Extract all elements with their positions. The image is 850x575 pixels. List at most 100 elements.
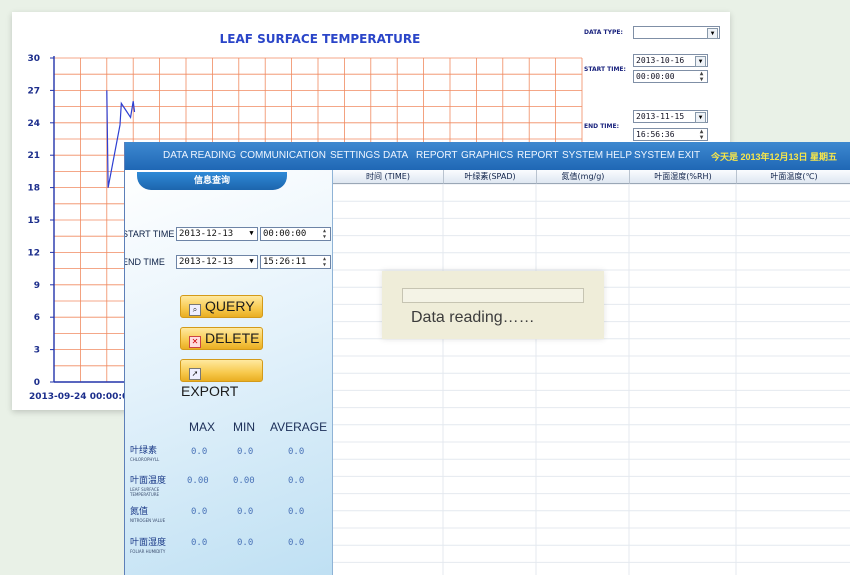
stat-name-leaf-temperature: 叶面温度 LEAF SURFACE TEMPERATURE: [130, 476, 182, 497]
spinner-icon[interactable]: ▲ ▼: [320, 228, 329, 240]
start-time-label: START TIME:: [584, 66, 626, 73]
menu-report-2[interactable]: REPORT: [517, 150, 559, 161]
stat-name-foliar-humidity: 叶面湿度 FOLIAR HUMIDITY: [130, 538, 166, 554]
chevron-down-icon[interactable]: ▼: [707, 28, 718, 39]
stat-min: 0.0: [237, 447, 254, 457]
y-tick-label: 6: [34, 313, 40, 323]
end-time-value: 15:26:11: [263, 257, 307, 267]
magnifier-icon: ⌕: [189, 304, 201, 316]
stat-max: 0.00: [187, 476, 209, 486]
chevron-down-icon[interactable]: ▼: [695, 56, 706, 67]
menu-graphics[interactable]: GRAPHICS: [461, 150, 513, 161]
y-tick-label: 12: [27, 248, 40, 258]
delete-icon: ✕: [189, 336, 201, 348]
query-label: QUERY: [205, 298, 255, 314]
table-gridlines: [333, 184, 850, 575]
end-date-picker[interactable]: 2013-11-15 ▼: [633, 110, 708, 123]
menu-system-exit[interactable]: SYSTEM EXIT: [634, 150, 700, 161]
column-header-temperature[interactable]: 叶面温度(℃): [737, 170, 850, 184]
column-header-nitrogen[interactable]: 氮值(mg/g): [537, 170, 630, 184]
menu-bar: DATA READING COMMUNICATION SETTINGS DATA…: [125, 142, 850, 170]
x-start-label: 2013-09-24 00:00:00: [29, 392, 134, 402]
chevron-down-icon[interactable]: ▼: [695, 112, 706, 123]
spinner-icon[interactable]: ▲ ▼: [697, 129, 706, 141]
y-tick-label: 0: [34, 378, 40, 388]
data-type-select[interactable]: ▼: [633, 26, 720, 39]
delete-label: DELETE: [205, 330, 260, 346]
stat-max: 0.0: [191, 538, 208, 548]
end-date-value: 2013-11-15: [636, 112, 685, 121]
min-header: MIN: [233, 420, 255, 434]
start-time-field[interactable]: 00:00:00 ▲ ▼: [260, 227, 331, 241]
delete-button[interactable]: ✕ DELETE: [180, 327, 263, 350]
data-type-label: DATA TYPE:: [584, 29, 623, 36]
query-button[interactable]: ⌕ QUERY: [180, 295, 263, 318]
stat-name-sub: LEAF SURFACE TEMPERATURE: [130, 487, 160, 497]
start-time-label: START TIME: [125, 229, 175, 239]
y-tick-label: 24: [27, 119, 40, 129]
stat-name-sub: FOLIAR HUMIDITY: [130, 549, 166, 554]
start-date-picker[interactable]: 2013-12-13 ▼: [176, 227, 258, 241]
start-time-value: 00:00:00: [263, 229, 307, 239]
start-date-value: 2013-12-13: [179, 229, 234, 239]
info-query-tab[interactable]: 信息查询: [137, 172, 287, 190]
y-tick-label: 9: [34, 281, 40, 291]
spinner-icon[interactable]: ▲ ▼: [320, 256, 329, 268]
column-header-time[interactable]: 时间 (TIME): [333, 170, 444, 184]
chart-title: LEAF SURFACE TEMPERATURE: [220, 32, 421, 46]
menu-data[interactable]: DATA: [383, 150, 408, 161]
start-date-value: 2013-10-16: [636, 56, 685, 65]
stat-name-text: 氮值: [130, 507, 149, 517]
end-time-label: END TIME:: [584, 123, 619, 130]
stat-min: 0.0: [237, 538, 254, 548]
end-date-value: 2013-12-13: [179, 257, 234, 267]
stat-avg: 0.0: [288, 538, 305, 548]
y-tick-label: 21: [27, 151, 40, 161]
column-header-humidity[interactable]: 叶面湿度(%RH): [630, 170, 737, 184]
export-label: EXPORT: [181, 383, 239, 399]
data-table[interactable]: 时间 (TIME) 叶绿素(SPAD) 氮值(mg/g) 叶面湿度(%RH) 叶…: [333, 170, 850, 575]
end-time-label: END TIME: [125, 257, 165, 267]
start-date-picker[interactable]: 2013-10-16 ▼: [633, 54, 708, 67]
average-header: AVERAGE: [270, 420, 328, 434]
menu-data-reading[interactable]: DATA READING: [163, 150, 236, 161]
stat-name-text: 叶绿素: [130, 446, 158, 456]
column-header-chlorophyll[interactable]: 叶绿素(SPAD): [444, 170, 537, 184]
app-window: DATA READING COMMUNICATION SETTINGS DATA…: [124, 142, 850, 575]
chevron-down-icon[interactable]: ▼: [247, 229, 256, 238]
stat-name-text: 叶面湿度: [130, 538, 167, 548]
stat-name-chlorophyll: 叶绿素 CHLOROPHYLL: [130, 446, 159, 462]
stat-max: 0.0: [191, 447, 208, 457]
stat-avg: 0.0: [288, 507, 305, 517]
stat-name-sub: CHLOROPHYLL: [130, 457, 160, 462]
stat-min: 0.00: [233, 476, 255, 486]
menu-settings[interactable]: SETTINGS: [330, 150, 380, 161]
stat-avg: 0.0: [288, 447, 305, 457]
export-button[interactable]: ➚ EXPORT: [180, 359, 263, 399]
stat-name-text: 叶面温度: [130, 476, 167, 486]
stat-name-sub: NITROGEN VALUE: [130, 518, 166, 523]
end-time-field[interactable]: 15:26:11 ▲ ▼: [260, 255, 331, 269]
max-header: MAX: [189, 420, 216, 434]
end-time-value: 16:56:36: [636, 130, 675, 139]
spinner-icon[interactable]: ▲ ▼: [697, 71, 706, 83]
stat-name-nitrogen: 氮值 NITROGEN VALUE: [130, 507, 165, 523]
y-tick-label: 27: [27, 86, 40, 96]
menu-report[interactable]: REPORT: [416, 150, 458, 161]
data-reading-dialog: Data reading……: [382, 271, 604, 339]
stat-max: 0.0: [191, 507, 208, 517]
menu-communication[interactable]: COMMUNICATION: [240, 150, 326, 161]
progress-bar: [402, 288, 584, 303]
start-time-field[interactable]: 00:00:00 ▲ ▼: [633, 70, 708, 83]
end-time-field[interactable]: 16:56:36 ▲ ▼: [633, 128, 708, 141]
y-tick-label: 18: [27, 184, 40, 194]
today-date-text: 今天是 2013年12月13日 星期五: [711, 152, 838, 162]
data-reading-text: Data reading……: [411, 309, 535, 326]
y-tick-label: 15: [27, 216, 40, 226]
end-date-picker[interactable]: 2013-12-13 ▼: [176, 255, 258, 269]
chevron-down-icon[interactable]: ▼: [247, 257, 256, 266]
y-tick-label: 30: [27, 54, 40, 64]
stat-avg: 0.0: [288, 476, 305, 486]
start-time-value: 00:00:00: [636, 72, 675, 81]
menu-system-help[interactable]: SYSTEM HELP: [562, 150, 632, 161]
